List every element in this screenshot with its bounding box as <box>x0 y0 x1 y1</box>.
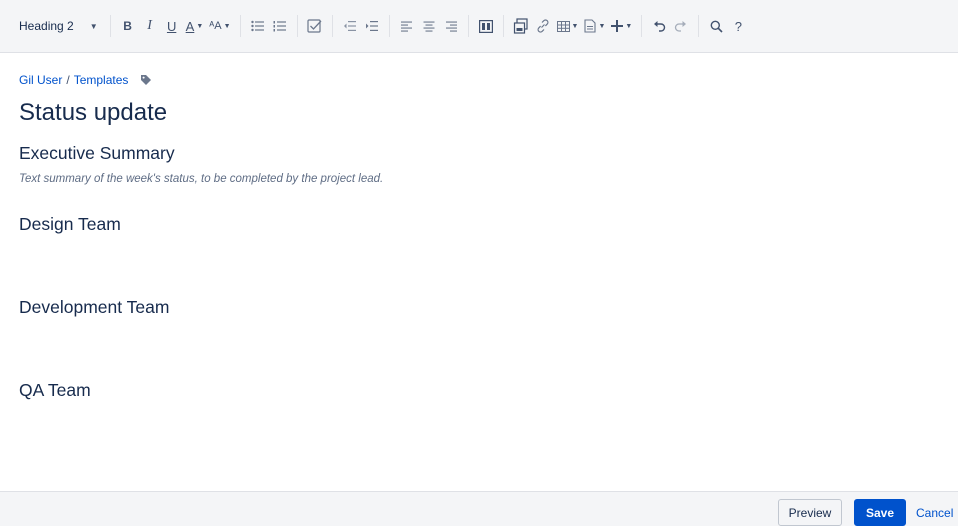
toolbar-divider <box>467 15 469 37</box>
heading-qa-team[interactable]: QA Team <box>19 377 939 403</box>
task-list-button[interactable] <box>304 12 326 40</box>
heading-design-team[interactable]: Design Team <box>19 211 939 237</box>
instructional-text[interactable]: Text summary of the week's status, to be… <box>19 171 939 187</box>
redo-button[interactable] <box>670 12 692 40</box>
plus-icon <box>611 20 624 32</box>
search-icon <box>710 20 723 33</box>
insert-template-button[interactable]: ▼ <box>581 12 608 40</box>
label-tag-icon[interactable] <box>140 74 152 86</box>
indent-icon <box>365 21 378 31</box>
layout-icon <box>478 19 493 33</box>
heading-executive-summary[interactable]: Executive Summary <box>19 141 939 165</box>
undo-icon <box>654 21 666 32</box>
redo-icon <box>675 21 687 32</box>
toolbar-divider <box>331 15 333 37</box>
bullet-list-icon <box>250 20 264 32</box>
align-center-icon <box>423 21 435 32</box>
insert-more-button[interactable]: ▼ <box>608 12 635 40</box>
numbered-list-icon <box>273 21 286 32</box>
outdent-button[interactable] <box>339 12 361 40</box>
toolbar-divider <box>502 15 504 37</box>
breadcrumb: Gil User / Templates <box>19 70 939 90</box>
breadcrumb-current-link[interactable]: Templates <box>74 73 129 87</box>
align-left-icon <box>400 21 412 32</box>
heading-development-team[interactable]: Development Team <box>19 294 939 320</box>
chevron-down-icon: ▼ <box>598 22 606 30</box>
toolbar-divider <box>641 15 643 37</box>
breadcrumb-parent-link[interactable]: Gil User <box>19 73 62 87</box>
toolbar-divider <box>109 15 111 37</box>
toolbar-divider <box>388 15 390 37</box>
align-center-button[interactable] <box>418 12 440 40</box>
align-right-button[interactable] <box>440 12 462 40</box>
toolbar-divider <box>296 15 298 37</box>
breadcrumb-separator: / <box>66 73 70 87</box>
save-button[interactable]: Save <box>854 499 906 526</box>
font-size-button[interactable]: ᴬA ▼ <box>206 12 233 40</box>
files-icon <box>513 18 528 34</box>
insert-link-button[interactable] <box>532 12 554 40</box>
cancel-button[interactable]: Cancel <box>916 499 953 526</box>
undo-button[interactable] <box>648 12 670 40</box>
editor-footer: Preview Save Cancel <box>0 491 958 526</box>
align-left-button[interactable] <box>396 12 418 40</box>
insert-files-button[interactable] <box>510 12 532 40</box>
chevron-down-icon: ▼ <box>89 21 98 31</box>
paragraph-style-select[interactable]: Heading 2 ▼ <box>13 12 104 40</box>
link-icon <box>537 19 548 33</box>
page-layout-button[interactable] <box>475 12 497 40</box>
preview-button[interactable]: Preview <box>778 499 842 526</box>
checkbox-icon <box>306 19 321 33</box>
insert-table-button[interactable]: ▼ <box>554 12 582 40</box>
italic-button[interactable]: I <box>139 12 161 40</box>
toolbar-divider <box>698 15 700 37</box>
bold-button[interactable]: B <box>117 12 139 40</box>
indent-button[interactable] <box>361 12 383 40</box>
editor-toolbar: Heading 2 ▼ B I U A ▼ ᴬA ▼ ▼ ▼ ▼ ? <box>0 0 958 53</box>
find-replace-button[interactable] <box>705 12 727 40</box>
text-color-button[interactable]: A ▼ <box>183 12 207 40</box>
help-button[interactable]: ? <box>727 12 749 40</box>
help-icon: ? <box>734 18 742 34</box>
outdent-icon <box>343 21 356 31</box>
numbered-list-button[interactable] <box>269 12 291 40</box>
bullet-list-button[interactable] <box>247 12 269 40</box>
table-icon <box>556 20 570 32</box>
document-icon <box>584 19 597 33</box>
align-right-icon <box>445 21 457 32</box>
paragraph-style-label: Heading 2 <box>19 19 74 33</box>
underline-button[interactable]: U <box>161 12 183 40</box>
chevron-down-icon: ▼ <box>196 22 204 30</box>
editor-content[interactable]: Gil User / Templates Status update Execu… <box>19 70 939 403</box>
toolbar-divider <box>239 15 241 37</box>
chevron-down-icon: ▼ <box>571 22 579 30</box>
page-title[interactable]: Status update <box>19 97 939 129</box>
chevron-down-icon: ▼ <box>223 22 231 30</box>
chevron-down-icon: ▼ <box>625 22 633 30</box>
